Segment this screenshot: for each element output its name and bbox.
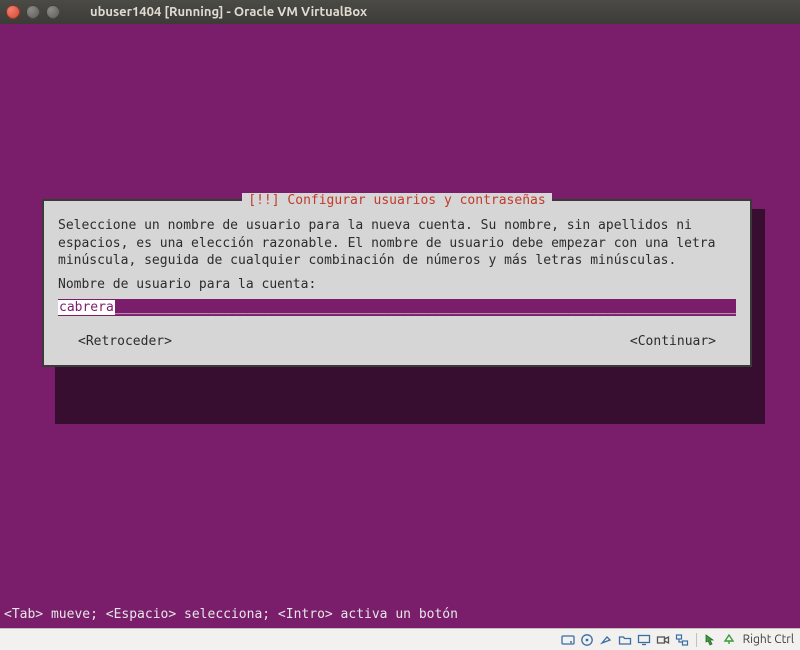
window-maximize-button[interactable] (46, 5, 60, 19)
window-close-button[interactable] (6, 5, 20, 19)
usb-icon[interactable] (599, 632, 614, 647)
input-fill: ________________________________________… (115, 300, 736, 315)
installer-dialog: [!!] Configurar usuarios y contraseñas S… (42, 199, 752, 367)
dialog-body-text: Seleccione un nombre de usuario para la … (58, 217, 736, 270)
window-title: ubuser1404 [Running] - Oracle VM Virtual… (90, 5, 367, 19)
status-separator (696, 633, 697, 647)
video-capture-icon[interactable] (656, 632, 671, 647)
display-icon[interactable] (637, 632, 652, 647)
username-input-value: cabrera (58, 300, 115, 315)
footer-hint: <Tab> mueve; <Espacio> selecciona; <Intr… (4, 607, 458, 622)
optical-disc-icon[interactable] (580, 632, 595, 647)
continue-button[interactable]: <Continuar> (630, 334, 716, 349)
hard-disk-icon[interactable] (561, 632, 576, 647)
username-input[interactable]: cabrera_________________________________… (58, 299, 736, 316)
network-icon[interactable] (675, 632, 690, 647)
hostkey-indicator-icon[interactable] (722, 632, 737, 647)
shared-folder-icon[interactable] (618, 632, 633, 647)
vm-statusbar: Right Ctrl (0, 628, 800, 650)
back-button[interactable]: <Retroceder> (78, 334, 172, 349)
window-titlebar: ubuser1404 [Running] - Oracle VM Virtual… (0, 0, 800, 24)
vm-guest-screen[interactable]: [!!] Configurar usuarios y contraseñas S… (0, 24, 800, 628)
mouse-integration-icon[interactable] (703, 632, 718, 647)
hostkey-label: Right Ctrl (743, 633, 794, 646)
dialog-title: [!!] Configurar usuarios y contraseñas (242, 193, 551, 208)
window-minimize-button[interactable] (26, 5, 40, 19)
username-prompt-label: Nombre de usuario para la cuenta: (58, 276, 736, 294)
